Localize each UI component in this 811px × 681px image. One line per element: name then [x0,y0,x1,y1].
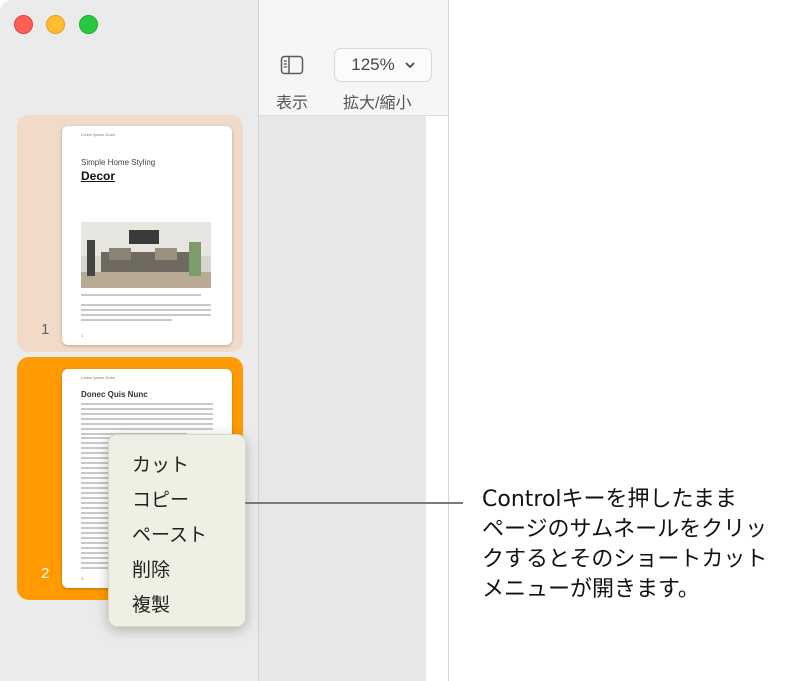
toolbar: 表示 125% 拡大/縮小 [259,0,448,116]
body-text-lines [81,304,211,324]
page-footer-number: 1 [81,333,84,338]
chevron-down-icon [405,62,415,69]
document-page-edge [426,116,448,681]
page-header-text: Lorem Ipsum Dolor [81,132,116,137]
zoom-dropdown[interactable]: 125% [334,48,432,82]
menu-item-copy[interactable]: コピー [132,485,189,512]
menu-item-paste[interactable]: ペースト [132,520,207,547]
page-thumbnail-1[interactable]: Lorem Ipsum Dolor Simple Home Styling De… [62,126,232,345]
page-title: Decor [81,169,116,183]
menu-item-delete[interactable]: 削除 [132,555,170,582]
view-label: 表示 [276,95,309,112]
menu-item-duplicate[interactable]: 複製 [132,590,170,617]
callout-line-4: メニューが開きます。 [482,577,700,602]
callout-line-1: Controlキーを押したまま [482,487,737,512]
callout-text: Controlキーを押したまま ページのサムネールをクリッ クするとそのショート… [482,485,807,605]
interior-photo [81,222,211,288]
page-subtitle: Simple Home Styling [81,158,156,167]
close-window-button[interactable] [14,15,33,34]
fullscreen-window-button[interactable] [79,15,98,34]
menu-item-cut[interactable]: カット [132,450,189,477]
page-title: Donec Quis Nunc [81,390,148,399]
body-text-lines [81,403,213,438]
thumbnail-2-number: 2 [41,565,50,582]
view-button[interactable] [277,52,307,78]
sidebar-icon [280,55,304,75]
thumbnail-1-number: 1 [41,321,50,338]
callout-line-3: クするとそのショートカット [482,547,768,572]
page-header-text: Lorem Ipsum Dolor [81,375,116,380]
document-canvas[interactable] [259,116,426,681]
context-menu: カット コピー ペースト 削除 複製 [108,434,246,627]
page-footer-number: 2 [81,576,84,581]
callout-line-2: ページのサムネールをクリッ [482,517,768,542]
zoom-value: 125% [351,55,395,74]
caption-lines [81,294,201,299]
minimize-window-button[interactable] [46,15,65,34]
zoom-label: 拡大/縮小 [343,95,412,112]
callout-leader-line [245,502,463,504]
